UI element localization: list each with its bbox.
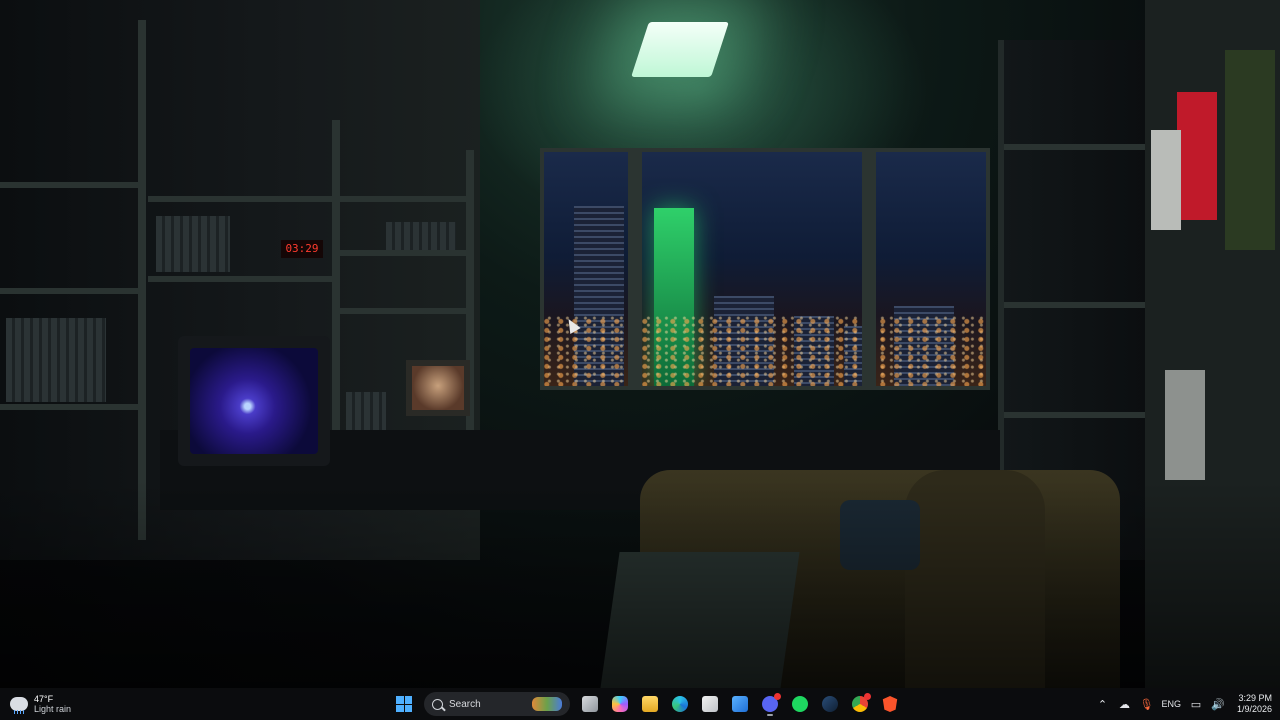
floor-shadow (0, 480, 1280, 688)
network-icon[interactable]: ▭ (1189, 698, 1203, 711)
system-tray: ⌃ ☁ 🎙 ENG ▭ 🔊 3:29 PM 1/9/2026 (1095, 692, 1272, 716)
file-explorer-button[interactable] (638, 692, 662, 716)
task-view-button[interactable] (578, 692, 602, 716)
green-poster (1225, 50, 1275, 250)
shelf-post (332, 120, 340, 460)
shelf-board (340, 196, 468, 202)
edge-icon (672, 696, 688, 712)
windows-start-icon (396, 696, 412, 712)
red-poster (1177, 92, 1217, 220)
city-window (540, 148, 990, 390)
language-indicator[interactable]: ENG (1161, 699, 1181, 709)
brave-icon (882, 696, 898, 712)
chrome-button[interactable] (848, 692, 872, 716)
weather-temperature: 47°F (34, 694, 54, 704)
weather-text: 47°F Light rain (34, 694, 71, 714)
rain-cloud-icon (10, 697, 28, 714)
shelf-board (0, 288, 140, 294)
task-view-icon (582, 696, 598, 712)
show-hidden-icons-chevron-icon[interactable]: ⌃ (1095, 698, 1109, 711)
city-skyline (544, 152, 986, 386)
shelf-board (340, 250, 468, 256)
microphone-icon[interactable]: 🎙 (1139, 698, 1153, 711)
mail-button[interactable] (728, 692, 752, 716)
paper-notice (1151, 130, 1181, 230)
digital-alarm-clock: 03:29 (281, 240, 323, 258)
spotify-icon (792, 696, 808, 712)
clock-time: 3:29 PM (1238, 693, 1272, 703)
city-lights (544, 316, 986, 386)
volume-icon[interactable]: 🔊 (1211, 698, 1225, 711)
tv-screen (190, 348, 318, 454)
running-indicator (767, 714, 773, 716)
taskbar-clock[interactable]: 3:29 PM 1/9/2026 (1237, 693, 1272, 715)
portrait-monitor (406, 360, 470, 416)
weather-widget[interactable]: 47°F Light rain (10, 692, 71, 716)
monitor-screen (412, 366, 464, 410)
folder-icon (642, 696, 658, 712)
shelf-board (148, 276, 332, 282)
steam-icon (822, 696, 838, 712)
taskbar: 47°F Light rain Search ⌃ ☁ 🎙 ENG ▭ 🔊 3:2… (0, 688, 1280, 720)
taskbar-search-box[interactable]: Search (424, 692, 570, 716)
desktop-wallpaper: 03:29 (0, 0, 1280, 688)
books (386, 222, 456, 250)
brave-button[interactable] (878, 692, 902, 716)
paper-notice (1165, 370, 1205, 480)
edge-button[interactable] (668, 692, 692, 716)
start-button[interactable] (392, 692, 416, 716)
shelf-board (0, 182, 140, 188)
shelf-board (1004, 144, 1148, 150)
steam-button[interactable] (818, 692, 842, 716)
shelf-board (1004, 412, 1148, 418)
weather-condition: Light rain (34, 704, 72, 714)
shelf-post (138, 20, 146, 540)
shelf-board (1004, 302, 1148, 308)
cloud-sync-icon[interactable]: ☁ (1117, 698, 1131, 711)
shelf-board (148, 196, 332, 202)
spotify-button[interactable] (788, 692, 812, 716)
store-icon (702, 696, 718, 712)
discord-button[interactable] (758, 692, 782, 716)
clock-date: 1/9/2026 (1236, 704, 1272, 714)
notification-badge (774, 693, 781, 700)
store-button[interactable] (698, 692, 722, 716)
window-mullion (862, 148, 876, 390)
crt-tv (178, 336, 330, 466)
copilot-button[interactable] (608, 692, 632, 716)
search-placeholder: Search (449, 698, 481, 710)
shelf-board (340, 308, 468, 314)
search-highlight-icon (532, 697, 562, 711)
notification-badge (864, 693, 871, 700)
copilot-icon (612, 696, 628, 712)
shelf-board (0, 404, 140, 410)
window-mullion (628, 148, 642, 390)
taskbar-center-apps: Search (392, 692, 902, 716)
mail-icon (732, 696, 748, 712)
search-icon (432, 698, 443, 710)
books (6, 318, 106, 402)
books (156, 216, 230, 272)
